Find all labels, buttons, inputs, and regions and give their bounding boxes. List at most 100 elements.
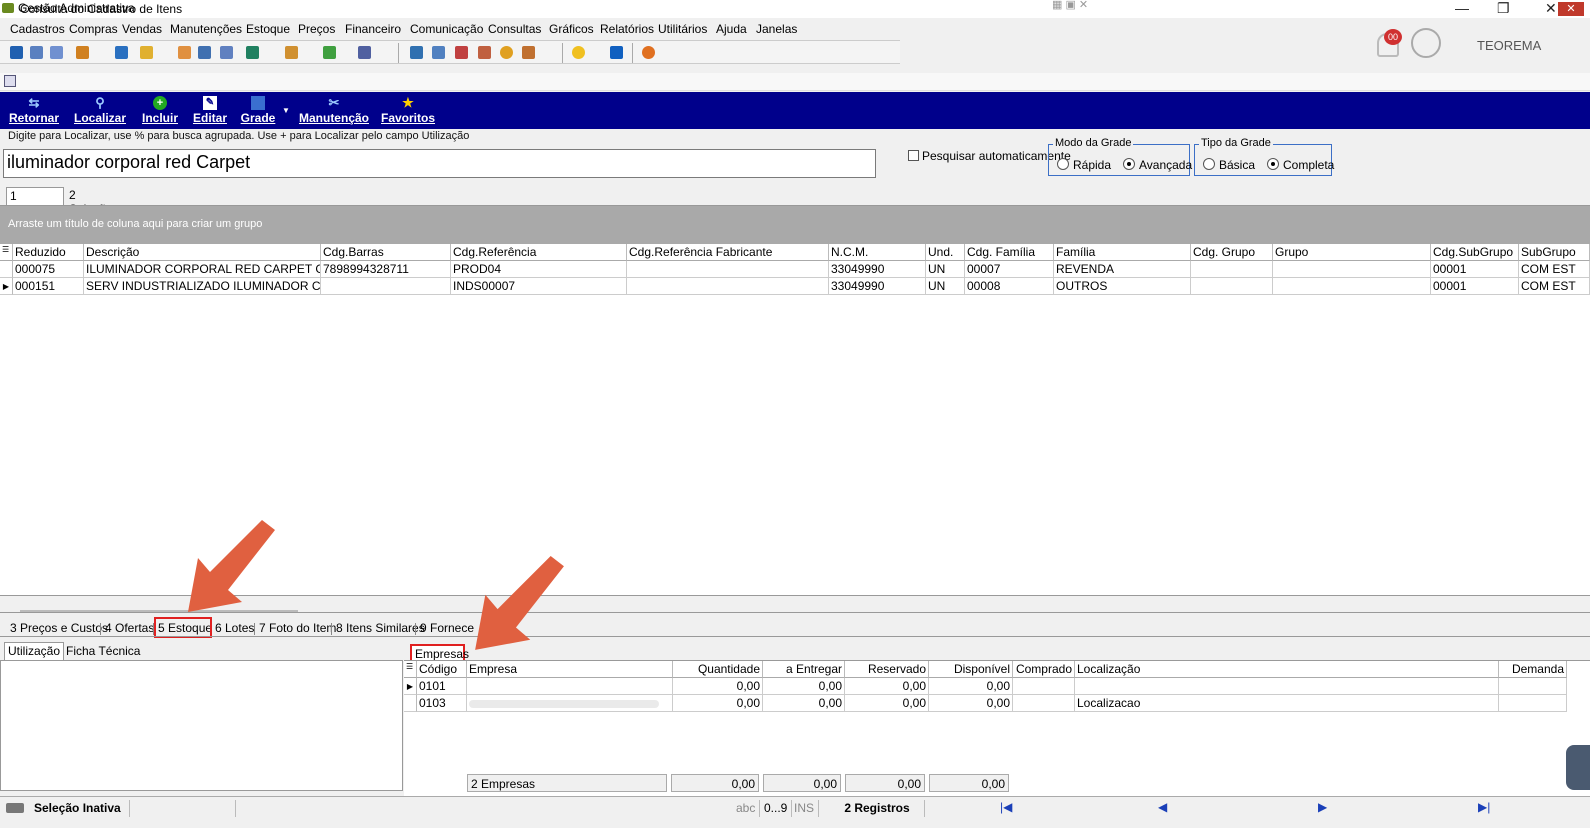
menu-ajuda[interactable]: Ajuda <box>716 22 747 36</box>
truck-icon[interactable] <box>323 46 336 59</box>
row-indicator-current[interactable]: ▶ <box>0 278 13 295</box>
grid-cell[interactable] <box>1191 278 1273 295</box>
col-header[interactable]: Descrição <box>84 244 321 261</box>
retornar-button[interactable]: ⇆ Retornar <box>8 96 60 126</box>
cart-icon[interactable] <box>246 46 259 59</box>
grid-cell[interactable]: 00008 <box>965 278 1054 295</box>
grid-cell[interactable]: 000075 <box>13 261 84 278</box>
folder-icon[interactable] <box>140 46 153 59</box>
list-icon[interactable] <box>220 46 233 59</box>
radio-basica[interactable] <box>1203 158 1215 170</box>
menu-manutencoes[interactable]: Manutenções <box>170 22 242 36</box>
col-header[interactable]: Reduzido <box>13 244 84 261</box>
row-indicator[interactable] <box>0 261 13 278</box>
tab-ofertas[interactable]: 4 Ofertas <box>105 621 154 635</box>
col-header[interactable]: Cdg. Família <box>965 244 1054 261</box>
grade-dropdown[interactable]: ▼ <box>282 106 290 115</box>
star-icon[interactable] <box>572 46 585 59</box>
grid-cell[interactable]: ILUMINADOR CORPORAL RED CARPET GLOW <box>84 261 321 278</box>
col-header[interactable]: Demanda <box>1499 661 1567 678</box>
calculator-icon[interactable] <box>410 46 423 59</box>
stock-cell[interactable] <box>1013 695 1075 712</box>
disk-icon[interactable] <box>10 46 23 59</box>
last-record-icon[interactable]: ▶| <box>1478 800 1490 814</box>
editar-button[interactable]: ✎ Editar <box>192 96 228 125</box>
tab-itens-similares[interactable]: 8 Itens Similares <box>336 621 425 635</box>
grid-cell[interactable] <box>627 261 829 278</box>
printer-icon[interactable] <box>358 46 371 59</box>
col-header[interactable]: Empresa <box>467 661 673 678</box>
exit-icon[interactable] <box>610 46 623 59</box>
menu-comunicacao[interactable]: Comunicação <box>410 22 483 36</box>
menu-consultas[interactable]: Consultas <box>488 22 541 36</box>
grid-corner-icon[interactable]: ☰ <box>0 244 13 261</box>
stock-cell[interactable]: 0101 <box>417 678 467 695</box>
col-header[interactable]: Und. <box>926 244 965 261</box>
prev-record-icon[interactable]: ◀ <box>1158 800 1167 814</box>
stock-cell[interactable]: 0,00 <box>845 678 929 695</box>
subtab-utilizacao[interactable]: Utilização <box>4 642 65 660</box>
grid-cell[interactable] <box>321 278 451 295</box>
calendar2-icon[interactable] <box>478 46 491 59</box>
bank-icon[interactable] <box>198 46 211 59</box>
grid-cell[interactable]: OUTROS <box>1054 278 1191 295</box>
stock-cell[interactable]: Localizacao <box>1075 695 1499 712</box>
grid-cell[interactable]: SERV INDUSTRIALIZADO ILUMINADOR CORPORAL <box>84 278 321 295</box>
menu-vendas[interactable]: Vendas <box>122 22 162 36</box>
group-by-bar[interactable]: Arraste um título de coluna aqui para cr… <box>0 206 1590 244</box>
col-header[interactable]: a Entregar <box>763 661 845 678</box>
grid-cell[interactable]: PROD04 <box>451 261 627 278</box>
stock-cell[interactable]: 0,00 <box>845 695 929 712</box>
grid-cell[interactable]: INDS00007 <box>451 278 627 295</box>
stock-cell[interactable]: 0103 <box>417 695 467 712</box>
grid-corner-icon[interactable]: ☰ <box>404 661 417 678</box>
menu-graficos[interactable]: Gráficos <box>549 22 594 36</box>
manutencao-button[interactable]: ✂ Manutenção <box>298 96 370 126</box>
col-header[interactable]: Reservado <box>845 661 929 678</box>
incluir-button[interactable]: + Incluir <box>141 96 179 125</box>
stock-cell[interactable]: 0,00 <box>763 678 845 695</box>
menu-relatorios[interactable]: Relatórios <box>600 22 654 36</box>
menu-compras[interactable]: Compras <box>69 22 118 36</box>
box-icon[interactable] <box>285 46 298 59</box>
grid-cell[interactable]: 33049990 <box>829 278 926 295</box>
subtab-ficha-tecnica[interactable]: Ficha Técnica <box>66 644 140 658</box>
grade-button[interactable]: Grade <box>240 96 276 125</box>
stock-cell[interactable] <box>1075 678 1499 695</box>
grid-cell[interactable]: 000151 <box>13 278 84 295</box>
grid-cell[interactable]: REVENDA <box>1054 261 1191 278</box>
menu-precos[interactable]: Preços <box>298 22 335 36</box>
close-form-button[interactable]: ✕ <box>1558 2 1584 16</box>
grid-cell[interactable]: UN <box>926 261 965 278</box>
col-header[interactable]: Comprado <box>1013 661 1075 678</box>
grid-cell[interactable]: 00001 <box>1431 278 1519 295</box>
stock-cell-blurred[interactable] <box>467 695 673 712</box>
minimize-icon[interactable]: — <box>1455 0 1469 16</box>
tab-precos-custos[interactable]: 3 Preços e Custos <box>10 621 108 635</box>
col-header[interactable]: Cdg.Referência Fabricante <box>627 244 829 261</box>
card-icon[interactable] <box>50 46 63 59</box>
menu-utilitarios[interactable]: Utilitários <box>658 22 707 36</box>
avatar[interactable] <box>1411 28 1441 58</box>
col-header[interactable]: Cdg.Referência <box>451 244 627 261</box>
menu-cadastros[interactable]: Cadastros <box>10 22 65 36</box>
stock-cell[interactable] <box>1499 695 1567 712</box>
next-record-icon[interactable]: ▶ <box>1318 800 1327 814</box>
search-input[interactable]: iluminador corporal red Carpet <box>3 149 876 178</box>
stock-cell[interactable]: 0,00 <box>929 678 1013 695</box>
close-window-icon[interactable]: ✕ <box>1545 0 1557 17</box>
coin-icon[interactable] <box>500 46 513 59</box>
first-record-icon[interactable]: |◀ <box>1000 800 1012 814</box>
grid-cell[interactable]: COM EST <box>1519 278 1590 295</box>
col-header[interactable]: Quantidade <box>673 661 763 678</box>
grid-cell[interactable] <box>1191 261 1273 278</box>
col-header[interactable]: SubGrupo <box>1519 244 1590 261</box>
col-header[interactable]: Cdg.Barras <box>321 244 451 261</box>
restore-icon[interactable]: ❐ <box>1497 0 1510 17</box>
grid-cell[interactable]: 00007 <box>965 261 1054 278</box>
stock-cell[interactable]: 0,00 <box>929 695 1013 712</box>
tab-selecao[interactable]: 2 Seleção <box>66 187 115 216</box>
col-header[interactable]: Localização <box>1075 661 1499 678</box>
stock-cell[interactable] <box>467 678 673 695</box>
grid-cell[interactable] <box>1273 278 1431 295</box>
